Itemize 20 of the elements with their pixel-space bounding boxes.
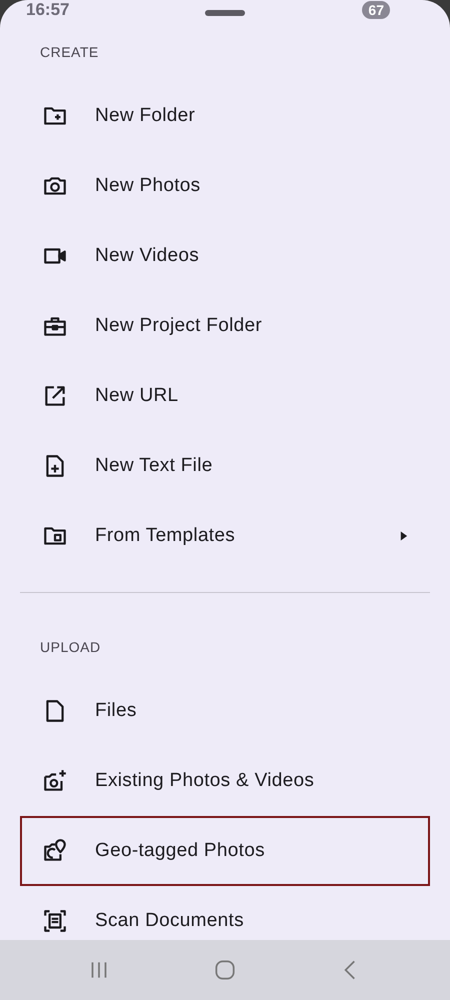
submenu-arrow-icon	[399, 530, 408, 542]
scan-document-icon	[42, 908, 68, 934]
menu-item[interactable]: New URL	[20, 361, 430, 431]
menu-item[interactable]: Existing Photos & Videos	[20, 746, 430, 816]
menu-item[interactable]: New Photos	[20, 151, 430, 221]
menu-item[interactable]: New Project Folder	[20, 291, 430, 361]
section-header: UPLOAD	[40, 638, 102, 657]
menu-item[interactable]: Scan Documents	[20, 886, 430, 940]
menu-item[interactable]: From Templates	[20, 501, 430, 571]
menu-item[interactable]: Geo-tagged Photos	[20, 816, 430, 886]
camera-plus-icon	[42, 768, 68, 794]
battery-level: 67	[362, 1, 390, 19]
menu-item[interactable]: Files	[20, 676, 430, 746]
menu-item[interactable]: New Text File	[20, 431, 430, 501]
photo-pin-icon	[42, 838, 68, 864]
menu-item[interactable]: New Folder	[20, 81, 430, 151]
section-header: CREATE	[40, 43, 100, 62]
status-time: 16:57	[26, 0, 70, 20]
drag-handle[interactable]	[205, 10, 245, 16]
menu-item[interactable]: New Videos	[20, 221, 430, 291]
